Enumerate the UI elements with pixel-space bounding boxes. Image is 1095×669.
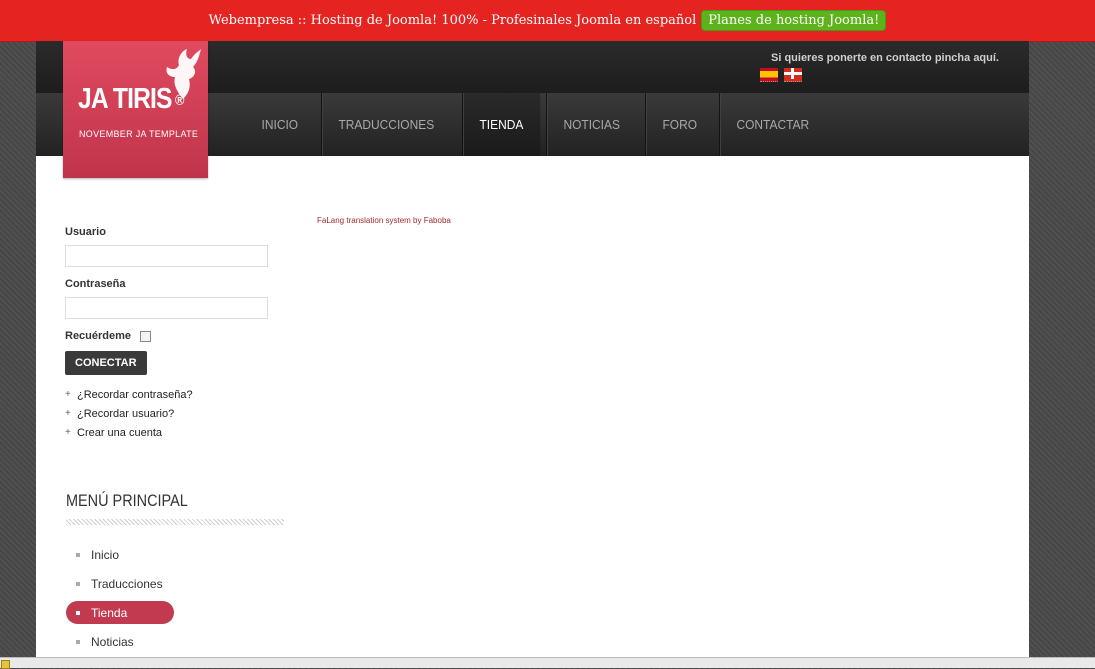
language-switcher: [760, 68, 802, 82]
plus-icon: +: [65, 408, 71, 419]
forgot-password-link[interactable]: + ¿Recordar contraseña?: [65, 385, 295, 404]
main-menu-title: MENÚ PRINCIPAL: [66, 491, 188, 510]
es-flag-icon[interactable]: [760, 68, 778, 82]
username-field[interactable]: [65, 245, 268, 267]
remember-checkbox[interactable]: [140, 330, 152, 342]
username-label: Usuario: [65, 226, 106, 238]
forgot-password-label: ¿Recordar contraseña?: [77, 388, 193, 401]
menu-item-noticias[interactable]: Noticias: [66, 630, 174, 653]
nav-item-foro[interactable]: FORO: [644, 93, 714, 156]
login-button[interactable]: CONECTAR: [65, 351, 147, 375]
menu-item-label: Tienda: [91, 605, 128, 620]
remember-label: Recuérdeme: [65, 330, 132, 342]
main-menu-list: Inicio Traducciones Tienda Noticias: [66, 543, 174, 659]
logo-title-text: JA TIRIS: [78, 83, 172, 115]
contact-link[interactable]: Si quieres ponerte en contacto pincha aq…: [771, 52, 999, 64]
forgot-username-label: ¿Recordar usuario?: [77, 407, 175, 420]
menu-item-inicio[interactable]: Inicio: [66, 543, 174, 566]
menu-item-traducciones[interactable]: Traducciones: [66, 572, 174, 595]
falang-credit[interactable]: FaLang translation system by Faboba: [317, 216, 451, 225]
bullet-icon: [76, 581, 80, 586]
nav-item-traducciones[interactable]: TRADUCCIONES: [320, 93, 451, 156]
main-menu-divider: [66, 519, 284, 525]
menu-item-tienda[interactable]: Tienda: [66, 601, 174, 624]
hosting-plans-button[interactable]: Planes de hosting Joomla!: [701, 10, 887, 31]
nav-item-tienda[interactable]: TIENDA: [461, 93, 540, 156]
menu-item-label: Traducciones: [91, 576, 163, 591]
plus-icon: +: [65, 427, 71, 438]
registered-mark: ®: [175, 91, 184, 109]
bullet-icon: [76, 610, 80, 615]
bullet-icon: [76, 552, 80, 557]
nav-item-noticias[interactable]: NOTICIAS: [546, 93, 637, 156]
password-field[interactable]: [65, 297, 268, 319]
plus-icon: +: [65, 389, 71, 400]
create-account-label: Crear una cuenta: [77, 426, 162, 439]
nav-item-inicio[interactable]: INICIO: [245, 93, 315, 156]
nav-item-contactar[interactable]: CONTACTAR: [719, 93, 826, 156]
password-label: Contraseña: [65, 278, 126, 290]
page-container: Si quieres ponerte en contacto pincha aq…: [36, 41, 1029, 667]
eu-flag-icon[interactable]: [784, 68, 802, 82]
login-form: Usuario Contraseña Recuérdeme CONECTAR +…: [65, 226, 295, 442]
logo-title: JA TIRIS ®: [78, 83, 184, 116]
site-logo[interactable]: JA TIRIS ® NOVEMBER JA TEMPLATE: [63, 41, 208, 178]
window-status-bar: [0, 657, 1095, 669]
status-icon: [1, 660, 10, 669]
logo-subtitle: NOVEMBER JA TEMPLATE: [79, 129, 199, 139]
login-links: + ¿Recordar contraseña? + ¿Recordar usuari…: [65, 385, 295, 442]
menu-item-label: Inicio: [91, 547, 120, 562]
promo-bar: Webempresa :: Hosting de Joomla! 100% - …: [0, 0, 1095, 42]
forgot-username-link[interactable]: + ¿Recordar usuario?: [65, 404, 295, 423]
menu-item-label: Noticias: [91, 634, 134, 649]
promo-text: Webempresa :: Hosting de Joomla! 100% - …: [208, 13, 697, 28]
remember-row: Recuérdeme: [65, 330, 295, 342]
bullet-icon: [76, 639, 80, 644]
create-account-link[interactable]: + Crear una cuenta: [65, 423, 295, 442]
